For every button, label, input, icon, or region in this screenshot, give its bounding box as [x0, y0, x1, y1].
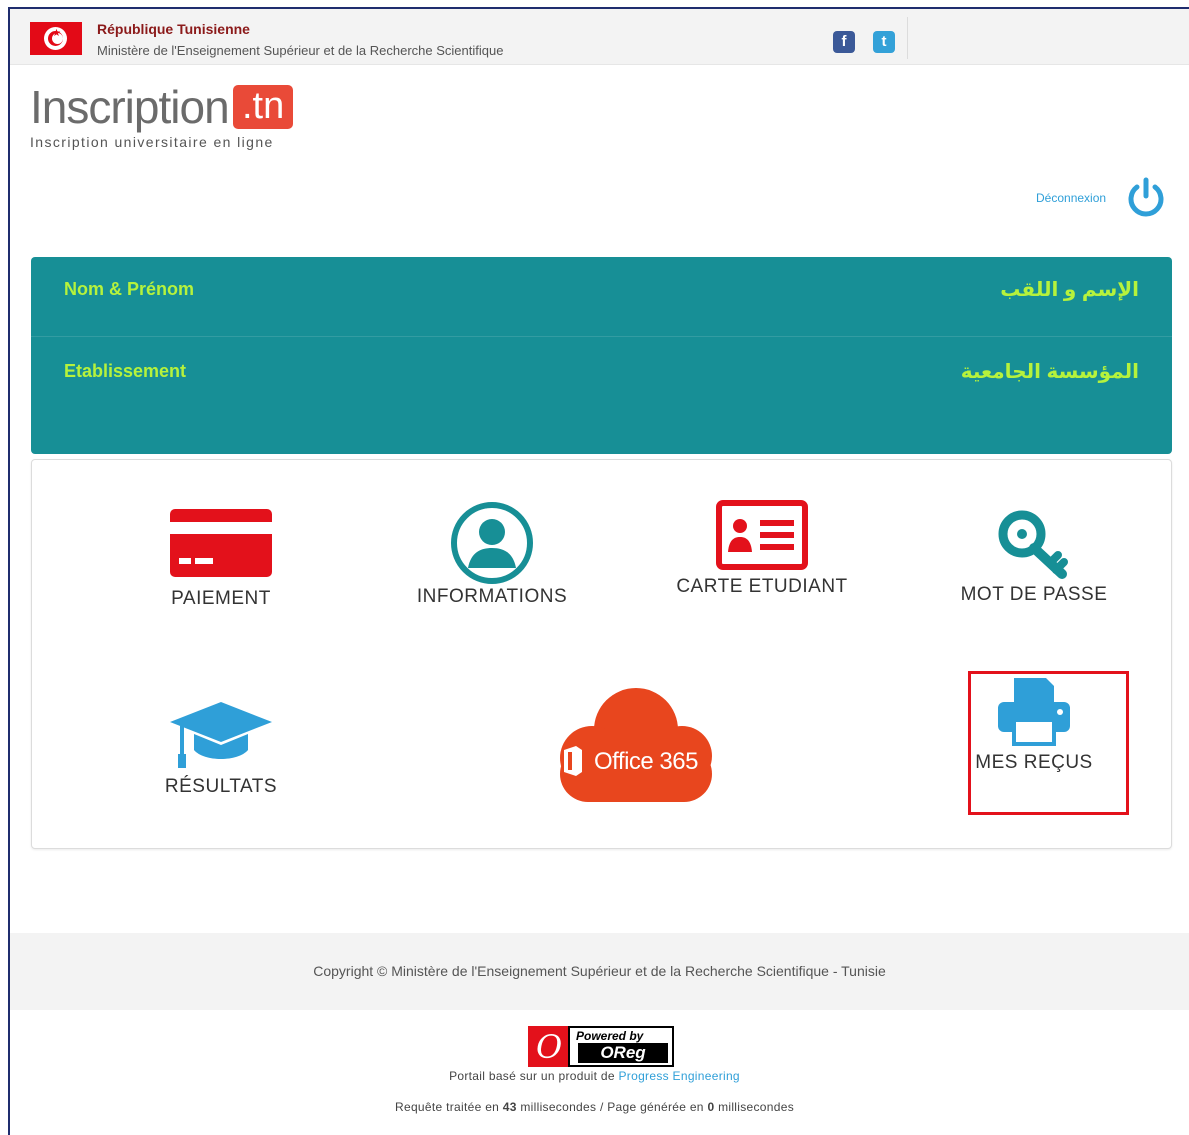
power-icon[interactable] [1126, 176, 1166, 218]
portal-prefix: Portail basé sur un produit de [449, 1069, 615, 1083]
payment-label: PAIEMENT [171, 588, 271, 609]
institution-label-ar: المؤسسة الجامعية [960, 361, 1139, 383]
req-suffix: millisecondes [718, 1100, 794, 1114]
logo-tagline: Inscription universitaire en ligne [30, 134, 274, 150]
req-prefix: Requête traitée en [395, 1100, 500, 1114]
password-tile[interactable]: MOT DE PASSE [950, 506, 1118, 606]
logo-tld: .tn [233, 85, 294, 129]
institution-label: Etablissement [64, 361, 187, 381]
twitter-icon[interactable]: t [873, 31, 895, 53]
request-stats: Requête traitée en 43 millisecondes / Pa… [0, 1100, 1189, 1114]
req-ms: 43 [502, 1100, 517, 1114]
receipts-highlight-box [968, 671, 1129, 815]
name-row: Nom & Prénom الإسم و اللقب [31, 257, 1172, 337]
password-label: MOT DE PASSE [960, 584, 1108, 605]
profile-panel: Nom & Prénom الإسم و اللقب Etablissement… [31, 257, 1172, 454]
id-card-icon [716, 500, 808, 570]
credit-card-icon [170, 509, 272, 577]
oreg-logo-icon: O [528, 1026, 568, 1067]
key-icon [998, 510, 1068, 579]
tunisia-flag-icon: ★ [30, 22, 82, 55]
powered-by-text: Powered by [576, 1029, 644, 1043]
user-profile-icon [451, 502, 533, 584]
student-card-tile[interactable]: CARTE ETUDIANT [672, 500, 852, 598]
country-title: République Tunisienne [97, 21, 250, 37]
portal-credit: Portail basé sur un produit de Progress … [0, 1069, 1189, 1083]
results-tile[interactable]: RÉSULTATS [158, 700, 284, 798]
logout-link[interactable]: Déconnexion [1036, 191, 1106, 205]
top-bar: ★ République Tunisienne Ministère de l'E… [10, 9, 1189, 65]
informations-label: INFORMATIONS [416, 586, 568, 607]
site-logo[interactable]: Inscription .tn Inscription universitair… [30, 82, 294, 150]
name-label-ar: الإسم و اللقب [1000, 279, 1139, 301]
divider [907, 17, 908, 59]
ministry-subtitle: Ministère de l'Enseignement Supérieur et… [97, 43, 504, 58]
page-ms: 0 [707, 1100, 715, 1114]
informations-tile[interactable]: INFORMATIONS [410, 502, 574, 608]
office365-label: Office 365 [594, 748, 698, 775]
office365-cloud-icon [560, 688, 712, 802]
office365-tile[interactable]: Office 365 [532, 686, 724, 806]
graduation-cap-icon [170, 702, 272, 768]
copyright-text: Copyright © Ministère de l'Enseignement … [313, 963, 886, 979]
progress-engineering-link[interactable]: Progress Engineering [619, 1069, 740, 1083]
oreg-text: OReg [578, 1043, 668, 1063]
footer-bar: Copyright © Ministère de l'Enseignement … [10, 933, 1189, 1010]
payment-tile[interactable]: PAIEMENT [160, 508, 282, 610]
oreg-badge[interactable]: O Powered by OReg [528, 1026, 674, 1067]
facebook-icon[interactable]: f [833, 31, 855, 53]
results-label: RÉSULTATS [164, 776, 278, 797]
name-label: Nom & Prénom [64, 279, 195, 299]
student-card-label: CARTE ETUDIANT [676, 576, 848, 597]
req-middle: millisecondes / Page générée en [520, 1100, 704, 1114]
institution-row: Etablissement المؤسسة الجامعية [31, 339, 1172, 419]
